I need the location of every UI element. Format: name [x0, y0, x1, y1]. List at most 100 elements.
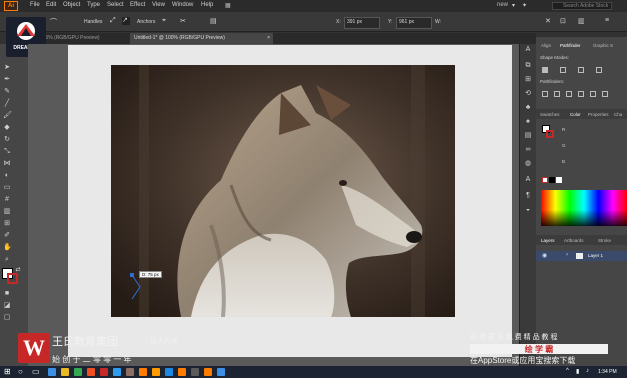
merge-button[interactable]	[566, 91, 572, 97]
align-icon[interactable]: ▤	[210, 17, 217, 25]
menu-window[interactable]: Window	[172, 2, 193, 8]
hide-handles-icon[interactable]: ↗	[122, 17, 130, 25]
eyedropper-tool-icon[interactable]: ✐	[3, 232, 11, 240]
y-field[interactable]: 961 px	[396, 17, 432, 29]
visibility-eye-icon[interactable]: ◉	[542, 252, 547, 259]
expand-chevron-icon[interactable]: ›	[566, 252, 568, 258]
arrange-documents-icon[interactable]: ▥	[578, 17, 585, 25]
brush-tool-icon[interactable]: 🖌	[3, 112, 12, 120]
sync-icon[interactable]: ✦	[522, 2, 527, 9]
draw-mode-icon[interactable]: ◪	[3, 302, 11, 310]
x-field[interactable]: 391 px	[344, 17, 380, 29]
taskbar-app-icon[interactable]	[139, 368, 147, 376]
tab-layers[interactable]: Layers	[541, 238, 555, 243]
tab-graphic-styles[interactable]: Graphic S	[593, 43, 613, 48]
cut-path-icon[interactable]: ✂	[180, 17, 186, 25]
intersect-button[interactable]	[578, 67, 584, 73]
taskbar-app-icon[interactable]	[48, 368, 56, 376]
transform-icon[interactable]: ✕	[545, 17, 551, 25]
taskbar-app-icon[interactable]	[113, 368, 121, 376]
taskbar-app-icon[interactable]	[165, 368, 173, 376]
taskbar-app-icon[interactable]	[100, 368, 108, 376]
clock[interactable]: 1:34 PM	[598, 369, 617, 375]
taskbar-app-icon[interactable]	[126, 368, 134, 376]
links-icon[interactable]: ∞	[524, 146, 532, 154]
app-icon[interactable]: Ai	[4, 1, 18, 11]
stroke-indicator[interactable]	[546, 130, 554, 138]
width-tool-icon[interactable]: ⋈	[3, 160, 11, 168]
tab-swatches[interactable]: Swatches	[540, 112, 560, 117]
line-tool-icon[interactable]: ╱	[3, 100, 11, 108]
windows-start-icon[interactable]: ⊞	[4, 367, 11, 376]
character-icon[interactable]: A	[524, 176, 532, 184]
zoom-tool-icon[interactable]: ⌕	[3, 256, 11, 264]
menu-object[interactable]: Object	[63, 2, 80, 8]
pencil-tool-icon[interactable]: ✎	[3, 88, 11, 96]
black-swatch[interactable]	[549, 177, 555, 183]
menu-select[interactable]: Select	[107, 2, 124, 8]
task-view-icon[interactable]: ▭	[32, 367, 40, 376]
taskbar-app-icon[interactable]	[74, 368, 82, 376]
paragraph-icon[interactable]: ¶	[524, 192, 532, 200]
transform-panel-icon[interactable]: ⟲	[524, 90, 532, 98]
pen-tool-icon[interactable]: ✒	[3, 76, 11, 84]
appearance-icon[interactable]: ▤	[524, 132, 532, 140]
isolate-icon[interactable]: ⊡	[560, 17, 566, 25]
exclude-button[interactable]	[596, 67, 602, 73]
tab-artboards[interactable]: Artboards	[564, 238, 584, 243]
color-mode-icon[interactable]: ■	[3, 290, 11, 298]
brushes-icon[interactable]: ♣	[524, 104, 532, 112]
pathfinder-icon[interactable]: ⧉	[524, 62, 532, 70]
outline-button[interactable]	[590, 91, 596, 97]
arrange-icon[interactable]: ▦	[225, 2, 231, 9]
layer-row[interactable]: ◉ › Layer 1	[536, 251, 627, 261]
shape-builder-icon[interactable]: ◐	[3, 172, 11, 180]
remove-anchor-icon[interactable]: ⌖	[162, 17, 166, 25]
color-spectrum[interactable]	[541, 190, 627, 226]
symbols-icon[interactable]: ♠	[524, 118, 532, 126]
trim-button[interactable]	[554, 91, 560, 97]
menu-effect[interactable]: Effect	[130, 2, 145, 8]
swap-colors-icon[interactable]: ⇄	[14, 266, 22, 274]
stroke-swatch[interactable]	[7, 273, 18, 284]
gradient-panel-icon[interactable]: ◒	[524, 206, 532, 214]
artboard[interactable]: D: 75 px	[68, 45, 512, 357]
scale-tool-icon[interactable]: ⤡	[3, 148, 11, 156]
properties-icon[interactable]: A	[524, 46, 532, 54]
search-icon[interactable]: ○	[18, 367, 23, 376]
taskbar-app-icon[interactable]	[152, 368, 160, 376]
wolf-photo[interactable]	[111, 65, 455, 317]
taskbar-app-icon[interactable]	[217, 368, 225, 376]
crop-button[interactable]	[578, 91, 584, 97]
tab-close-icon[interactable]: ×	[267, 33, 270, 44]
artboard-tool-icon[interactable]: ⊞	[3, 220, 11, 228]
menu-more-icon[interactable]: ≡	[605, 17, 609, 24]
menu-file[interactable]: File	[30, 2, 40, 8]
taskbar-app-icon[interactable]	[191, 368, 199, 376]
tray-chevron-icon[interactable]: ^	[566, 368, 569, 374]
canvas-area[interactable]: D: 75 px	[28, 44, 519, 366]
taskbar-app-icon[interactable]	[61, 368, 69, 376]
gradient-tool-icon[interactable]: ▭	[3, 184, 11, 192]
menu-help[interactable]: Help	[201, 2, 213, 8]
selection-tool-icon[interactable]: ➤	[3, 64, 11, 72]
show-handles-icon[interactable]: ⤢	[110, 17, 116, 25]
taskbar-app-icon[interactable]	[178, 368, 186, 376]
graphic-styles-icon[interactable]: ◍	[524, 160, 532, 168]
taskbar-app-icon[interactable]	[204, 368, 212, 376]
tab-character[interactable]: Cha	[614, 112, 622, 117]
white-swatch[interactable]	[556, 177, 562, 183]
tab-document-2[interactable]: Untitled-1* @ 100% (RGB/GPU Preview) ×	[130, 33, 273, 44]
taskbar-app-icon[interactable]	[87, 368, 95, 376]
tab-color[interactable]: Color	[570, 112, 581, 117]
none-swatch[interactable]	[542, 177, 548, 183]
tab-pathfinder[interactable]: Pathfinder	[560, 43, 581, 48]
eraser-tool-icon[interactable]: ◆	[3, 124, 11, 132]
convert-corner-icon[interactable]: ⌒	[50, 17, 57, 27]
tab-properties[interactable]: Properties	[588, 112, 609, 117]
divide-button[interactable]	[542, 91, 548, 97]
minus-front-button[interactable]	[560, 67, 566, 73]
screen-mode-icon[interactable]: ▢	[3, 314, 11, 322]
workspace-switcher[interactable]: new	[497, 2, 508, 8]
unite-button[interactable]	[542, 67, 548, 73]
